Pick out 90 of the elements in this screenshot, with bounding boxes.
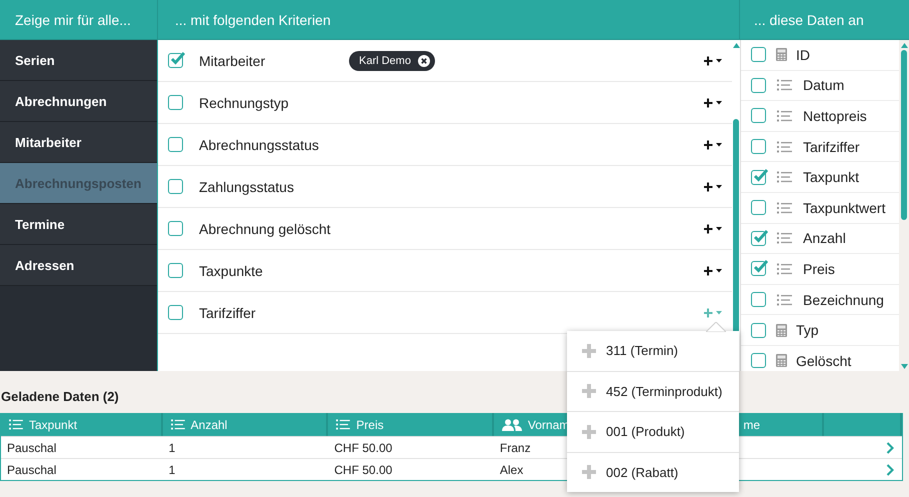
checkbox[interactable]: [168, 221, 183, 236]
checkbox[interactable]: [751, 170, 766, 185]
checkbox[interactable]: [751, 108, 766, 124]
checkbox[interactable]: [168, 305, 183, 320]
table-cell: 1: [168, 462, 176, 476]
checkbox[interactable]: [751, 230, 766, 246]
sidebar-item[interactable]: Abrechnungen: [0, 81, 157, 122]
field-label: Taxpunkt: [803, 169, 860, 186]
checkbox[interactable]: [751, 139, 766, 154]
scroll-up-arrow[interactable]: [900, 43, 908, 48]
checkbox[interactable]: [751, 322, 766, 338]
list-icon: [777, 232, 792, 244]
panel-header: Zeige mir für alle...: [0, 0, 158, 40]
list-icon: [777, 110, 792, 122]
field-label: Nettopreis: [803, 108, 867, 124]
list-icon: [777, 140, 792, 153]
table-cell: CHF 50.00: [334, 462, 392, 476]
sidebar-item[interactable]: Serien: [0, 40, 157, 81]
field-label: Datum: [803, 77, 844, 94]
list-icon: [9, 419, 23, 430]
list-icon: [777, 171, 792, 184]
panel-header: ... mit folgenden Kriterien: [158, 0, 740, 40]
checkbox[interactable]: [751, 78, 766, 93]
table-cell: Pauschal: [7, 440, 56, 454]
table-cell: Alex: [500, 462, 524, 476]
criterion-label: Taxpunkte: [199, 262, 264, 278]
menu-item[interactable]: 311 (Termin): [567, 331, 739, 372]
criterion-label: Tarifziffer: [199, 304, 257, 320]
field-label: Preis: [803, 260, 835, 277]
field-label: Typ: [796, 322, 819, 338]
add-dropdown-button[interactable]: [704, 224, 722, 234]
field-label: Gelöscht: [796, 352, 852, 369]
plus-icon: [582, 344, 596, 358]
add-dropdown-button[interactable]: [704, 98, 722, 108]
list-icon: [777, 262, 792, 275]
table-cell: 1: [168, 440, 176, 454]
list-icon: [777, 202, 792, 214]
checkbox[interactable]: [751, 261, 766, 276]
table-cell: CHF 50.00: [334, 440, 392, 454]
criterion-label: Abrechnungsstatus: [199, 136, 320, 152]
field-label: Taxpunktwert: [803, 200, 886, 216]
list-icon: [170, 419, 185, 430]
plus-icon: [582, 384, 596, 398]
field-label: ID: [796, 46, 810, 63]
field-label: Tarifziffer: [803, 138, 860, 155]
checkbox[interactable]: [751, 292, 766, 308]
criterion-label: Rechnungstyp: [199, 94, 290, 110]
calculator-icon: [776, 324, 787, 337]
scroll-up-arrow[interactable]: [732, 43, 740, 48]
table-cell: Pauschal: [7, 462, 56, 476]
scroll-down-arrow[interactable]: [900, 364, 908, 369]
menu-item[interactable]: 001 (Produkt): [567, 412, 739, 452]
sidebar-item[interactable]: Termine: [0, 204, 157, 245]
field-label: Bezeichnung: [803, 292, 884, 308]
checkbox[interactable]: [751, 47, 766, 62]
scrollbar[interactable]: [899, 40, 909, 371]
calculator-icon: [776, 354, 787, 368]
add-dropdown-button[interactable]: [704, 140, 722, 150]
add-dropdown-button[interactable]: [704, 182, 722, 192]
add-dropdown-button[interactable]: [704, 266, 722, 276]
plus-icon: [582, 424, 596, 439]
criterion-label: Zahlungsstatus: [199, 178, 295, 194]
checkbox[interactable]: [168, 95, 183, 110]
panel-header: ... diese Daten an: [740, 0, 909, 40]
chip-label: Karl Demo: [359, 54, 411, 66]
table-cell: Franz: [500, 440, 531, 454]
sidebar-item[interactable]: Adressen: [0, 245, 157, 286]
list-icon: [336, 419, 350, 430]
people-icon: [502, 418, 522, 430]
remove-icon[interactable]: [418, 54, 430, 66]
checkbox[interactable]: [168, 263, 183, 278]
checkbox[interactable]: [168, 137, 183, 152]
section-title: Geladene Daten (2): [1, 389, 119, 406]
calculator-icon: [776, 48, 787, 62]
criterion-label: Abrechnung gelöscht: [199, 220, 332, 236]
chevron-icon[interactable]: [886, 464, 894, 476]
checkbox[interactable]: [168, 179, 183, 194]
list-icon: [777, 294, 792, 306]
menu-item[interactable]: 002 (Rabatt): [567, 452, 739, 492]
criterion-label: Mitarbeiter: [199, 52, 266, 68]
sidebar-item[interactable]: Mitarbeiter: [0, 122, 157, 163]
chevron-icon[interactable]: [886, 442, 894, 454]
checkbox[interactable]: [751, 200, 766, 216]
list-icon: [777, 79, 792, 92]
checkbox[interactable]: [751, 353, 766, 368]
checkbox[interactable]: [168, 53, 183, 68]
add-dropdown-button[interactable]: [704, 56, 722, 66]
plus-icon: [582, 465, 596, 480]
field-label: Anzahl: [803, 230, 846, 246]
menu-item[interactable]: 452 (Terminprodukt): [567, 372, 739, 412]
